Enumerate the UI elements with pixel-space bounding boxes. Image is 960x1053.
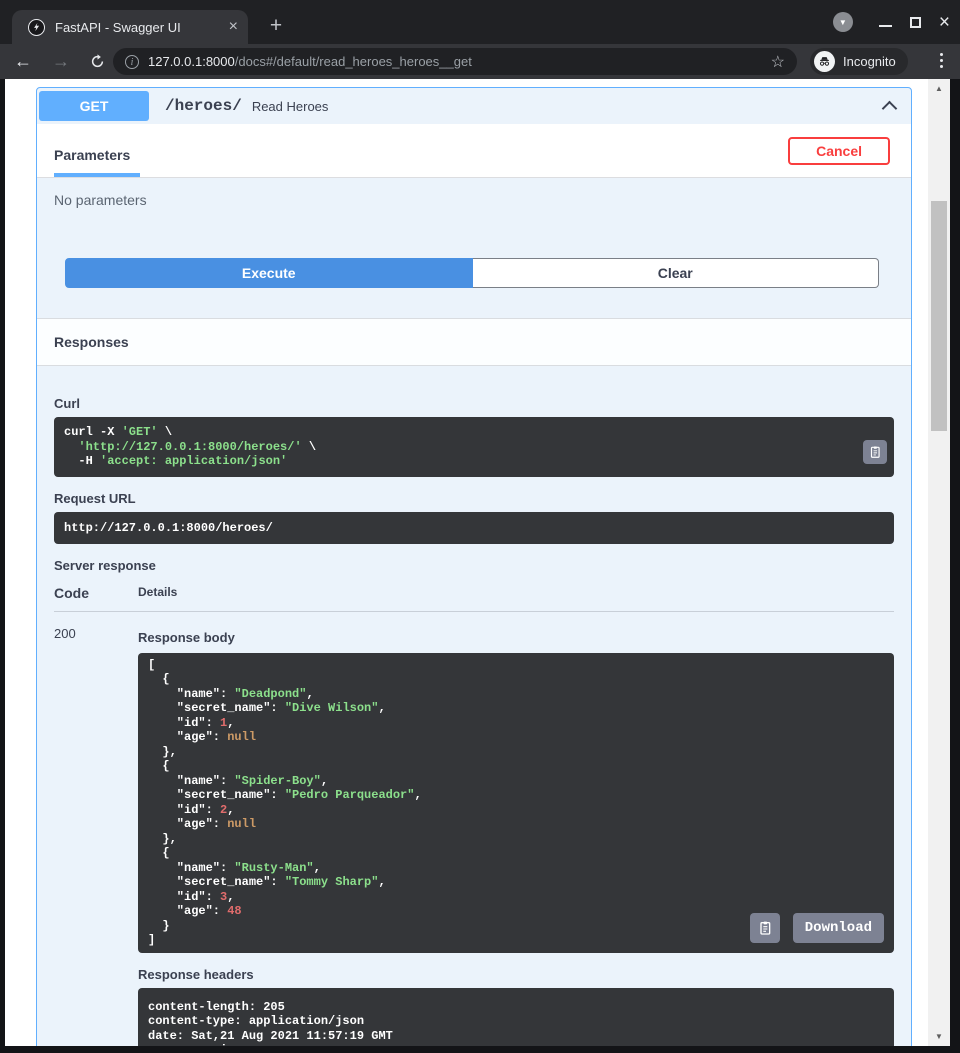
- cancel-button[interactable]: Cancel: [788, 137, 890, 165]
- reload-button[interactable]: [84, 49, 110, 75]
- back-button[interactable]: ←: [10, 49, 36, 73]
- parameters-header: Parameters Cancel: [37, 124, 911, 178]
- status-code: 200: [54, 626, 138, 1047]
- bookmark-star-icon[interactable]: ☆: [771, 52, 785, 72]
- new-tab-button[interactable]: +: [262, 12, 290, 40]
- incognito-badge: Incognito: [810, 48, 908, 75]
- execute-button[interactable]: Execute: [65, 258, 473, 288]
- response-headers-block: content-length: 205content-type: applica…: [138, 988, 894, 1047]
- url-bar[interactable]: i 127.0.0.1:8000/docs#/default/read_hero…: [113, 48, 797, 75]
- tab-title: FastAPI - Swagger UI: [55, 20, 229, 35]
- method-badge: GET: [39, 91, 149, 121]
- no-parameters-text: No parameters: [37, 178, 911, 248]
- curl-label: Curl: [54, 396, 894, 411]
- scrollbar[interactable]: ▲ ▼: [928, 79, 950, 1046]
- minimize-button[interactable]: [879, 18, 892, 27]
- response-body-block: [ { "name": "Deadpond", "secret_name": "…: [138, 653, 894, 953]
- details-column-header: Details: [138, 585, 894, 601]
- incognito-icon: [814, 51, 835, 72]
- browser-titlebar: FastAPI - Swagger UI × + ▼ ×: [0, 0, 960, 44]
- response-headers-label: Response headers: [138, 967, 894, 982]
- maximize-button[interactable]: [910, 17, 921, 28]
- server-response-table: Code Details 200 Response body [ { "name…: [54, 585, 894, 1047]
- url-text: 127.0.0.1:8000/docs#/default/read_heroes…: [148, 54, 763, 69]
- execute-row: Execute Clear: [37, 248, 911, 318]
- browser-menu-icon[interactable]: [940, 53, 943, 68]
- scrollbar-down-icon[interactable]: ▼: [928, 1032, 950, 1041]
- tab-close-icon[interactable]: ×: [229, 19, 238, 35]
- window-close-button[interactable]: ×: [939, 13, 950, 32]
- code-column-header: Code: [54, 585, 138, 601]
- parameters-tab-underline: [54, 173, 140, 177]
- collapse-chevron-icon[interactable]: [882, 101, 898, 117]
- download-button[interactable]: Download: [793, 913, 884, 943]
- fastapi-logo-icon: [28, 19, 45, 36]
- curl-copy-button[interactable]: [863, 440, 887, 464]
- page-info-icon[interactable]: i: [125, 55, 139, 69]
- clear-button[interactable]: Clear: [473, 258, 880, 288]
- request-url-block: http://127.0.0.1:8000/heroes/: [54, 512, 894, 544]
- curl-command-block: curl -X 'GET' \ 'http://127.0.0.1:8000/h…: [54, 417, 894, 477]
- forward-button[interactable]: →: [48, 49, 74, 73]
- opblock-summary[interactable]: GET /heroes/ Read Heroes: [37, 88, 911, 124]
- server-response-label: Server response: [54, 558, 894, 573]
- table-header-row: Code Details: [54, 585, 894, 612]
- responses-header: Responses: [37, 318, 911, 366]
- browser-toolbar: ← → i 127.0.0.1:8000/docs#/default/read_…: [0, 44, 960, 79]
- url-path: /docs#/default/read_heroes_heroes__get: [235, 54, 472, 69]
- scrollbar-thumb[interactable]: [931, 201, 947, 431]
- response-row: 200 Response body [ { "name": "Deadpond"…: [54, 612, 894, 1047]
- tab-search-chevron-icon[interactable]: ▼: [833, 12, 853, 32]
- responses-title: Responses: [54, 334, 129, 350]
- url-host: 127.0.0.1:8000: [148, 54, 235, 69]
- incognito-label: Incognito: [843, 54, 896, 69]
- browser-tab[interactable]: FastAPI - Swagger UI ×: [12, 10, 248, 44]
- request-url-label: Request URL: [54, 491, 894, 506]
- response-body-label: Response body: [138, 630, 894, 645]
- responses-inner: Curl curl -X 'GET' \ 'http://127.0.0.1:8…: [37, 366, 911, 1046]
- page-content: ▲ ▼ GET /heroes/ Read Heroes Parameters …: [5, 79, 950, 1046]
- response-copy-button[interactable]: [750, 913, 780, 943]
- tab-parameters[interactable]: Parameters: [54, 147, 140, 177]
- parameters-title: Parameters: [54, 147, 140, 163]
- endpoint-summary: Read Heroes: [252, 99, 329, 114]
- scrollbar-up-icon[interactable]: ▲: [928, 84, 950, 93]
- endpoint-path: /heroes/: [165, 97, 242, 115]
- opblock-get-heroes: GET /heroes/ Read Heroes Parameters Canc…: [36, 87, 912, 1046]
